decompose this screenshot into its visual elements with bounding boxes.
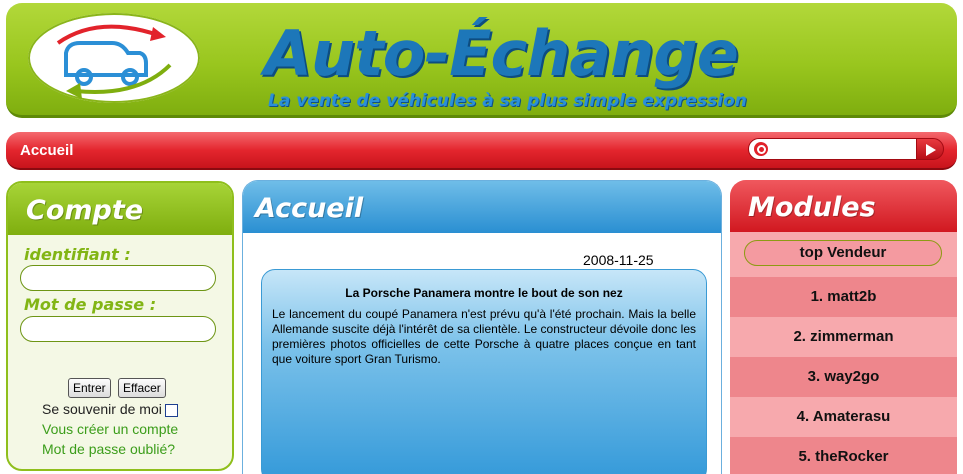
site-title: Auto-Échange — [264, 17, 739, 90]
nav-home-link[interactable]: Accueil — [20, 142, 73, 159]
search-icon — [754, 142, 768, 156]
account-panel-title: Compte — [26, 195, 144, 226]
main-panel-title: Accueil — [255, 193, 364, 224]
modules-panel-header: Modules — [730, 180, 957, 232]
search-box — [748, 138, 918, 160]
remember-me-checkbox[interactable] — [164, 403, 178, 417]
news-body: Le lancement du coupé Panamera n'est pré… — [272, 307, 696, 366]
password-label: Mot de passe : — [24, 295, 157, 314]
top-seller-tab[interactable]: top Vendeur — [744, 240, 942, 266]
forgot-password-link[interactable]: Mot de passe oublié? — [42, 441, 175, 457]
clear-button[interactable]: Effacer — [118, 378, 166, 398]
ranking-item[interactable]: 2. zimmerman — [730, 317, 957, 357]
modules-panel-title: Modules — [748, 192, 876, 223]
main-content-panel: Accueil 2008-11-25 La Porsche Panamera m… — [242, 180, 722, 474]
news-date: 2008-11-25 — [583, 252, 654, 268]
account-panel: Compte identifiant : Mot de passe : Entr… — [6, 181, 234, 471]
ranking-item[interactable]: 5. theRocker — [730, 437, 957, 474]
password-input[interactable] — [20, 316, 216, 342]
news-article: La Porsche Panamera montre le bout de so… — [261, 269, 707, 474]
remember-me: Se souvenir de moi — [42, 401, 178, 417]
site-logo[interactable] — [28, 13, 200, 103]
account-panel-header: Compte — [8, 183, 232, 235]
username-input[interactable] — [20, 265, 216, 291]
ranking-item[interactable]: 3. way2go — [730, 357, 957, 397]
search-submit-button[interactable] — [916, 138, 944, 160]
ranking-item[interactable]: 1. matt2b — [730, 277, 957, 317]
main-navbar: Accueil — [6, 132, 957, 170]
search-input[interactable] — [771, 141, 915, 159]
news-headline[interactable]: La Porsche Panamera montre le bout de so… — [262, 286, 706, 300]
create-account-link[interactable]: Vous créer un compte — [42, 421, 178, 437]
site-header: Auto-Échange La vente de véhicules à sa … — [6, 3, 957, 118]
ranking-item[interactable]: 4. Amaterasu — [730, 397, 957, 437]
car-exchange-logo-icon — [56, 24, 172, 99]
main-panel-header: Accueil — [243, 181, 721, 233]
modules-panel: Modules top Vendeur 1. matt2b 2. zimmerm… — [730, 180, 957, 474]
username-label: identifiant : — [24, 245, 131, 264]
play-arrow-icon — [926, 144, 936, 156]
remember-me-label: Se souvenir de moi — [42, 401, 162, 417]
site-tagline: La vente de véhicules à sa plus simple e… — [268, 91, 747, 111]
login-button[interactable]: Entrer — [68, 378, 111, 398]
